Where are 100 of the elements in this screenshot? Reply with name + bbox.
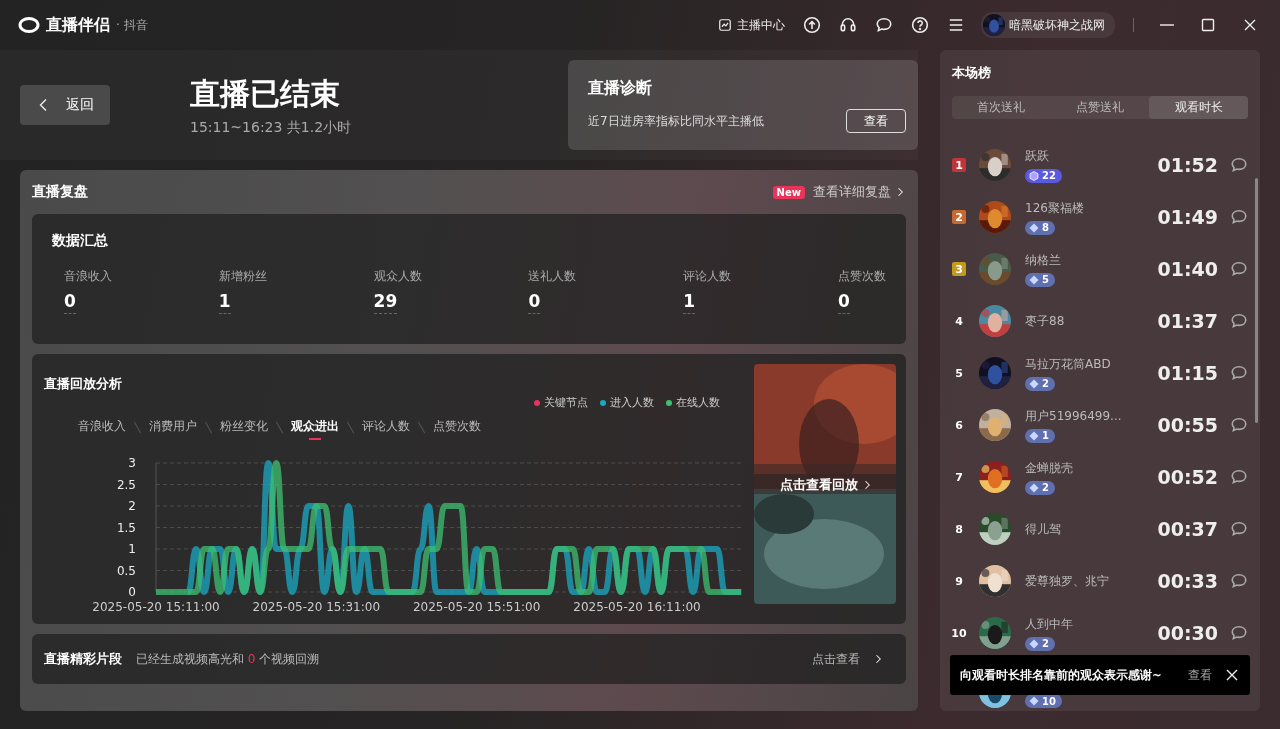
menu-icon — [947, 16, 965, 34]
comment-button[interactable] — [1230, 156, 1248, 174]
viewer-name: 纳格兰 — [1025, 251, 1062, 269]
logo-icon — [18, 17, 40, 33]
metric-label: 观众人数 — [373, 268, 422, 285]
viewer-name: 用户51996499... — [1025, 407, 1123, 425]
comment-button[interactable] — [1230, 416, 1248, 434]
level-badge: 2 — [1025, 636, 1055, 651]
axis-label: 1.5 — [116, 520, 136, 535]
comment-button[interactable] — [1230, 520, 1248, 538]
app-name: 直播伴侣 — [46, 14, 110, 36]
axis-label: 3 — [128, 456, 136, 470]
level-badge: 8 — [1025, 220, 1055, 235]
axis-label: 0.5 — [116, 563, 136, 578]
rank-number: 8 — [954, 522, 964, 536]
view-button[interactable]: 查看 — [1188, 666, 1212, 684]
new-badge: New — [772, 185, 805, 199]
card-title: 数据汇总 — [52, 232, 108, 248]
comment-button[interactable] — [1230, 312, 1248, 330]
chart-tab[interactable]: 粉丝变化 — [220, 416, 268, 439]
chart-tab[interactable]: 观众进出 — [291, 416, 339, 439]
chart-tab[interactable]: 评论人数 — [362, 416, 410, 439]
watch-time: 01:49 — [1156, 206, 1218, 228]
view-link[interactable]: 点击查看 — [812, 650, 884, 668]
headset-icon — [839, 16, 857, 34]
detail-link[interactable]: 查看详细复盘 — [813, 183, 906, 201]
watch-time: 01:40 — [1156, 258, 1218, 280]
viewer-name: 金蝉脱壳 — [1025, 459, 1074, 477]
leaderboard-tab[interactable]: 观看时长 — [1149, 96, 1248, 119]
comment-icon — [1230, 156, 1248, 174]
close-icon — [1224, 667, 1240, 683]
highlights-text: 已经生成视频高光和 0 个视频回溯 — [136, 650, 321, 668]
level-badge: 1 — [1025, 428, 1055, 443]
comment-button[interactable] — [1230, 364, 1248, 382]
panel-title: 本场榜 — [952, 64, 992, 82]
upload-icon — [803, 16, 821, 34]
axis-label: 2025-05-20 15:51:00 — [412, 600, 541, 613]
chart-tab[interactable]: 消费用户 — [149, 416, 197, 439]
axis-label: 1 — [128, 542, 136, 556]
time-range: 15:11~16:23 共1.2小时 — [190, 118, 353, 137]
metric-value: 0 — [528, 291, 541, 314]
watch-time: 01:37 — [1156, 310, 1218, 332]
level-badge: 22 — [1025, 168, 1062, 183]
rank-number: 10 — [952, 626, 966, 640]
card-title: 直播精彩片段 — [44, 650, 122, 668]
chat-icon — [875, 16, 893, 34]
comment-icon — [1230, 572, 1248, 590]
page-title: 直播已结束 — [190, 74, 341, 113]
comment-button[interactable] — [1230, 468, 1248, 486]
chart-tab[interactable]: 音浪收入 — [78, 416, 126, 439]
metric-label: 评论人数 — [683, 268, 732, 285]
rank-number: 5 — [954, 366, 964, 380]
toast-text: 向观看时长排名靠前的观众表示感谢~ — [960, 667, 1163, 683]
axis-label: 0 — [128, 585, 136, 599]
comment-button[interactable] — [1230, 624, 1248, 642]
back-button[interactable]: 返回 — [20, 85, 110, 125]
level-badge: 5 — [1025, 272, 1055, 287]
view-button[interactable]: 查看 — [846, 109, 906, 133]
leaderboard-tab[interactable]: 点赞送礼 — [1050, 96, 1150, 119]
anchor-center-button[interactable]: 主播中心 — [718, 16, 785, 34]
watch-time: 01:15 — [1156, 362, 1218, 384]
watch-time: 01:52 — [1156, 154, 1218, 176]
axis-label: 2.5 — [116, 477, 136, 492]
comment-icon — [1230, 364, 1248, 382]
chart-tab[interactable]: 点赞次数 — [433, 416, 481, 439]
metric-label: 送礼人数 — [528, 268, 577, 285]
axis-label: 2025-05-20 15:31:00 — [252, 600, 381, 613]
legend-label: 在线人数 — [676, 395, 720, 410]
rank-number: 7 — [954, 470, 964, 484]
card-title: 直播回放分析 — [44, 375, 123, 393]
comment-icon — [1230, 416, 1248, 434]
close-button[interactable] — [1224, 667, 1240, 683]
metric-value: 1 — [218, 291, 231, 314]
close-icon — [1242, 17, 1258, 33]
axis-label: 2 — [128, 499, 136, 513]
help-button[interactable] — [911, 16, 929, 34]
card-title: 直播诊断 — [588, 78, 653, 99]
viewer-name: 人到中年 — [1025, 615, 1074, 633]
viewer-name: 枣子88 — [1025, 312, 1066, 330]
chat-button[interactable] — [875, 16, 893, 34]
comment-button[interactable] — [1230, 260, 1248, 278]
watch-time: 00:37 — [1156, 518, 1218, 540]
leaderboard-tab[interactable]: 首次送礼 — [952, 96, 1051, 119]
upload-button[interactable] — [803, 16, 821, 34]
minimize-icon — [1160, 24, 1174, 26]
comment-button[interactable] — [1230, 572, 1248, 590]
rank-number: 6 — [954, 418, 964, 432]
viewer-name: 马拉万花筒ABD — [1025, 355, 1112, 373]
viewer-name: 爱尊独罗、兆宁 — [1025, 572, 1110, 590]
axis-label: 2025-05-20 16:11:00 — [573, 600, 701, 613]
platform-label: · 抖音 — [116, 16, 148, 34]
metric-label: 音浪收入 — [64, 268, 112, 285]
metric-value: 0 — [64, 291, 76, 314]
menu-button[interactable] — [947, 16, 965, 34]
comment-button[interactable] — [1230, 208, 1248, 226]
headset-button[interactable] — [839, 16, 857, 34]
diagnosis-text: 近7日进房率指标比同水平主播低 — [588, 112, 764, 130]
rank-number: 1 — [952, 158, 966, 172]
level-badge: 2 — [1025, 480, 1055, 495]
username: 暗黑破坏神之战网 — [1009, 16, 1105, 34]
